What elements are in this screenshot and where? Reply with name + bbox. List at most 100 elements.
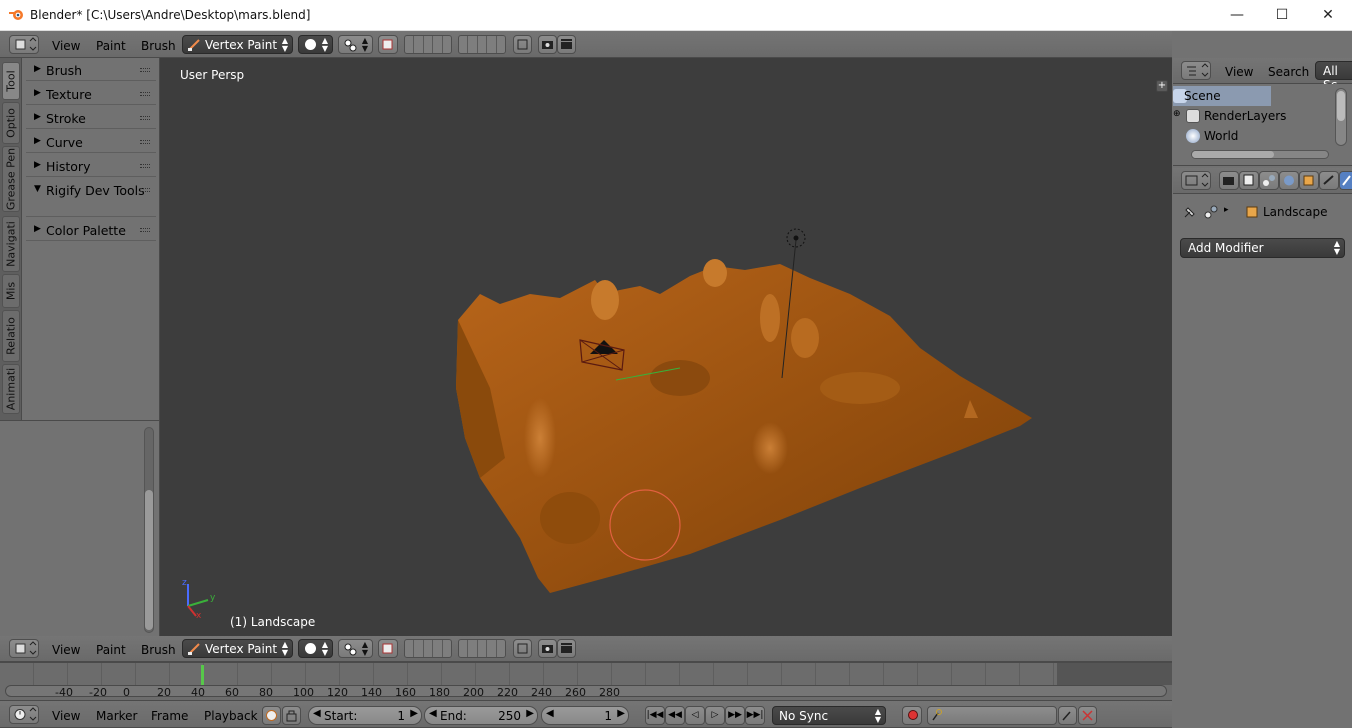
modifiers-tab[interactable] (1339, 171, 1352, 190)
scene-tab[interactable] (1259, 171, 1279, 190)
record-button[interactable] (902, 706, 922, 725)
pivot-point-button[interactable]: ▲ ▼ (338, 35, 373, 54)
menu-brush[interactable]: Brush (141, 39, 176, 53)
menu-marker[interactable]: Marker (96, 709, 137, 723)
sync-mode-selector[interactable]: No Sync ▲ ▼ (772, 706, 886, 725)
drag-grip-icon[interactable] (140, 164, 150, 168)
outliner-item-world[interactable]: World (1173, 126, 1339, 146)
tab-navigation[interactable]: Navigati (2, 216, 20, 272)
drag-grip-icon[interactable] (140, 68, 150, 72)
left-arrow-icon[interactable]: ◀ (429, 708, 437, 719)
scrollbar-thumb[interactable] (145, 490, 153, 630)
end-frame-field[interactable]: ◀ End: 250 ▶ (424, 706, 538, 725)
editor-type-button[interactable] (1181, 171, 1211, 190)
current-frame-field[interactable]: ◀ 1 ▶ (541, 706, 629, 725)
timeline-scrollbar[interactable] (5, 685, 1167, 697)
drag-grip-icon[interactable] (140, 140, 150, 144)
tab-grease-pencil[interactable]: Grease Pen (2, 146, 20, 212)
lock-layers-button[interactable] (513, 35, 532, 54)
next-keyframe-button[interactable]: ▶▶ (725, 706, 745, 725)
lock-range-button[interactable] (282, 706, 301, 725)
viewport-shading-button[interactable]: ▲ ▼ (298, 639, 333, 658)
preview-range-button[interactable] (262, 706, 281, 725)
menu-search[interactable]: Search (1268, 65, 1309, 79)
panel-stroke[interactable]: ▶ Stroke (26, 107, 156, 129)
panel-curve[interactable]: ▶ Curve (26, 131, 156, 153)
terrain-scene[interactable] (160, 58, 1172, 636)
render-animation-button[interactable] (557, 35, 576, 54)
menu-view[interactable]: View (52, 39, 80, 53)
drag-grip-icon[interactable] (140, 92, 150, 96)
render-animation-button[interactable] (557, 639, 576, 658)
editor-type-button[interactable] (9, 705, 39, 724)
keying-set-field[interactable] (927, 706, 1057, 725)
drag-grip-icon[interactable] (140, 228, 150, 232)
properties-toggle-icon[interactable]: + (1156, 80, 1168, 92)
menu-view[interactable]: View (1225, 65, 1253, 79)
drag-grip-icon[interactable] (140, 116, 150, 120)
expand-plus-icon[interactable]: ⊕ (1173, 109, 1181, 119)
menu-playback[interactable]: Playback (204, 709, 258, 723)
insert-keyframe-button[interactable] (1058, 706, 1077, 725)
add-modifier-dropdown[interactable]: Add Modifier ▲ ▼ (1180, 238, 1345, 258)
layers-group-1[interactable] (404, 35, 452, 54)
render-still-button[interactable] (538, 35, 557, 54)
panel-texture[interactable]: ▶ Texture (26, 83, 156, 105)
right-arrow-icon[interactable]: ▶ (617, 708, 625, 719)
face-mask-button[interactable] (378, 639, 398, 658)
mode-selector[interactable]: Vertex Paint ▲ ▼ (182, 639, 293, 658)
viewport-shading-button[interactable]: ▲ ▼ (298, 35, 333, 54)
menu-view[interactable]: View (52, 709, 80, 723)
outliner-item-scene[interactable]: Scene (1173, 86, 1271, 106)
tab-options[interactable]: Optio (2, 102, 20, 144)
panel-color-palette[interactable]: ▶ Color Palette (26, 219, 156, 241)
left-arrow-icon[interactable]: ◀ (313, 708, 321, 719)
delete-keyframe-button[interactable] (1078, 706, 1097, 725)
layers-group-1[interactable] (404, 639, 452, 658)
pin-icon[interactable] (1182, 204, 1198, 220)
menu-paint[interactable]: Paint (96, 643, 126, 657)
outliner-vscrollbar[interactable] (1335, 88, 1347, 146)
right-arrow-icon[interactable]: ▶ (526, 708, 534, 719)
right-arrow-icon[interactable]: ▶ (410, 708, 418, 719)
jump-end-button[interactable]: ▶▶| (745, 706, 765, 725)
editor-type-button[interactable] (1181, 61, 1211, 80)
render-layers-tab[interactable] (1239, 171, 1259, 190)
editor-type-button[interactable] (9, 35, 39, 54)
menu-brush[interactable]: Brush (141, 643, 176, 657)
outliner-display-mode[interactable]: All Sc (1315, 61, 1352, 92)
render-tab[interactable] (1219, 171, 1239, 190)
panel-brush[interactable]: ▶ Brush (26, 59, 156, 81)
layers-group-2[interactable] (458, 639, 506, 658)
timeline-area[interactable]: -40 -20 0 20 40 60 80 100 120 140 160 180 200 220 240 2… (0, 662, 1172, 700)
menu-view[interactable]: View (52, 643, 80, 657)
hscroll-thumb[interactable] (1192, 151, 1274, 158)
left-arrow-icon[interactable]: ◀ (546, 708, 554, 719)
mode-selector[interactable]: Vertex Paint ▲ ▼ (182, 35, 293, 54)
current-frame-marker[interactable] (201, 665, 204, 685)
drag-grip-icon[interactable] (140, 188, 150, 192)
start-frame-field[interactable]: ◀ Start: 1 ▶ (308, 706, 422, 725)
lock-layers-button[interactable] (513, 639, 532, 658)
world-tab[interactable] (1279, 171, 1299, 190)
prev-keyframe-button[interactable]: ◀◀ (665, 706, 685, 725)
tab-animation[interactable]: Animati (2, 364, 20, 414)
minimize-button[interactable]: — (1214, 0, 1260, 30)
close-window-button[interactable]: ✕ (1305, 0, 1351, 30)
menu-frame[interactable]: Frame (151, 709, 188, 723)
render-still-button[interactable] (538, 639, 557, 658)
scrollbar[interactable] (144, 427, 154, 633)
tab-tool[interactable]: Tool (2, 62, 20, 100)
jump-start-button[interactable]: |◀◀ (645, 706, 665, 725)
3d-viewport[interactable]: User Persp z y x (1) Landscape + (160, 58, 1172, 636)
panel-rigify-dev-tools[interactable]: ▼ Rigify Dev Tools (26, 179, 156, 217)
vscroll-thumb[interactable] (1337, 91, 1345, 121)
play-button[interactable]: ▷ (705, 706, 725, 725)
pivot-point-button[interactable]: ▲ ▼ (338, 639, 373, 658)
layers-group-2[interactable] (458, 35, 506, 54)
panel-history[interactable]: ▶ History (26, 155, 156, 177)
menu-paint[interactable]: Paint (96, 39, 126, 53)
tab-relations[interactable]: Relatio (2, 310, 20, 362)
editor-type-button[interactable] (9, 639, 39, 658)
outliner-hscrollbar[interactable] (1191, 150, 1329, 159)
